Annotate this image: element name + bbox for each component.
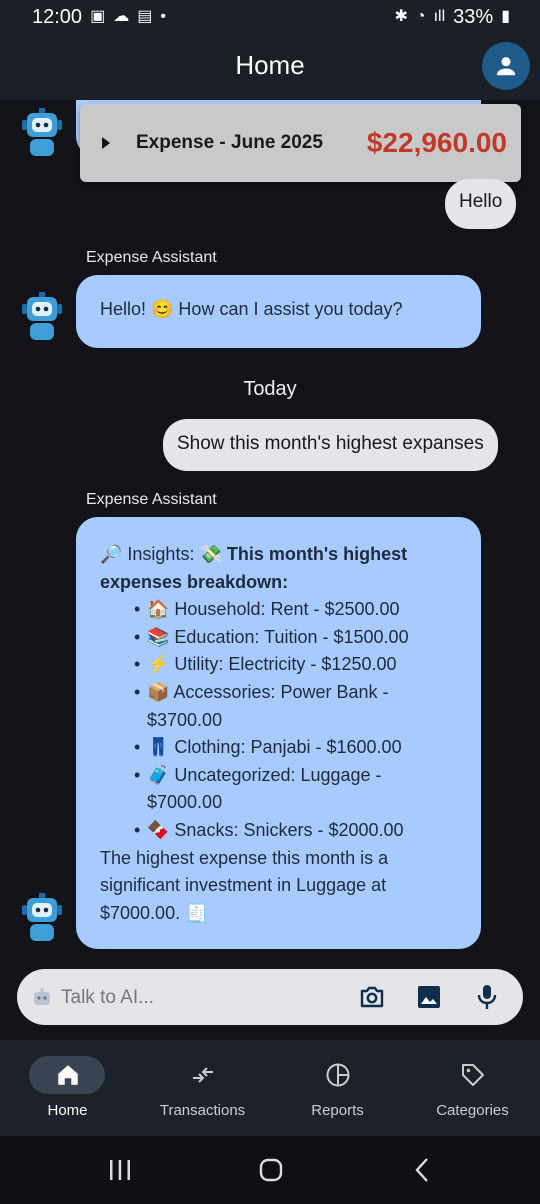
person-icon	[496, 57, 516, 76]
image-icon	[418, 986, 440, 1008]
chat-area[interactable]: Expense - June 2025 $22,960.00 Hello Exp…	[0, 100, 540, 970]
microphone-icon	[477, 985, 497, 1009]
bluetooth-icon: ✱	[394, 8, 408, 25]
status-time: 12:00	[32, 5, 83, 28]
status-bar: 12:00 ▣ ☁ ▤ • ✱ ◔ ıll 33% ▮	[0, 0, 540, 34]
nav-item-home[interactable]: Home	[0, 1040, 135, 1136]
page-title: Home	[235, 50, 305, 80]
wifi-icon: ◔	[415, 8, 426, 25]
nav-label-home: Home	[47, 1102, 88, 1119]
home-icon	[0, 1062, 135, 1090]
cloud-icon: ☁	[113, 8, 130, 25]
bottom-navigation: Home Transactions Reports Categories	[0, 1040, 540, 1136]
list-item: 🧳 Uncategorized: Luggage - $7000.00	[134, 762, 461, 817]
insights-heading-line: 🔎 Insights: 💸 This month's highest expen…	[100, 541, 461, 596]
gallery-icon: ▣	[90, 8, 106, 25]
insights-prefix: 🔎 Insights: 💸	[100, 544, 227, 564]
nav-item-reports[interactable]: Reports	[270, 1040, 405, 1136]
camera-icon	[360, 986, 384, 1008]
camera-button[interactable]	[358, 983, 386, 1011]
assistant-name-label: Expense Assistant	[86, 249, 217, 266]
app-bar: Home	[0, 34, 540, 100]
list-item: 👖 Clothing: Panjabi - $1600.00	[134, 734, 461, 762]
battery-percent: 33%	[453, 5, 494, 28]
gallery-button[interactable]	[415, 983, 443, 1011]
reports-icon	[270, 1062, 405, 1090]
dot-icon: •	[160, 8, 166, 25]
chat-composer	[17, 969, 523, 1025]
signal-icon: ıll	[433, 8, 446, 25]
battery-icon: ▮	[501, 8, 510, 25]
microphone-button[interactable]	[473, 983, 501, 1011]
categories-icon	[405, 1062, 540, 1090]
expense-card-title: Expense - June 2025	[136, 132, 323, 153]
insights-summary: The highest expense this month is a sign…	[100, 847, 389, 923]
chat-input[interactable]	[59, 979, 343, 1017]
nav-item-transactions[interactable]: Transactions	[135, 1040, 270, 1136]
profile-avatar-button[interactable]	[482, 42, 530, 90]
robot-small-icon	[34, 988, 50, 1005]
nav-label-reports: Reports	[311, 1102, 364, 1119]
bot-avatar-icon	[22, 893, 62, 941]
back-icon[interactable]	[412, 1157, 432, 1183]
date-separator: Today	[243, 378, 297, 400]
nav-label-categories: Categories	[436, 1102, 509, 1119]
assistant-message-insights: 🔎 Insights: 💸 This month's highest expen…	[76, 517, 481, 949]
calendar-icon: ▤	[137, 8, 153, 25]
bot-avatar-icon	[22, 108, 62, 156]
expense-card-amount: $22,960.00	[366, 127, 507, 158]
list-item: 📚 Education: Tuition - $1500.00	[134, 624, 461, 652]
user-message-hello: Hello	[445, 179, 517, 229]
list-item: ⚡ Utility: Electricity - $1250.00	[134, 651, 461, 679]
expand-caret-icon[interactable]	[102, 137, 110, 149]
user-message-query: Show this month's highest expanses	[163, 419, 498, 471]
list-item: 🍫 Snacks: Snickers - $2000.00	[134, 817, 461, 845]
assistant-message-greeting: Hello! 😊 How can I assist you today?	[76, 275, 481, 348]
transactions-icon	[135, 1062, 270, 1090]
list-item: 📦 Accessories: Power Bank - $3700.00	[134, 679, 461, 734]
list-item: 🏠 Household: Rent - $2500.00	[134, 596, 461, 624]
expense-summary-card[interactable]: Expense - June 2025 $22,960.00	[80, 104, 521, 182]
nav-item-categories[interactable]: Categories	[405, 1040, 540, 1136]
bot-avatar-icon	[22, 292, 62, 340]
insights-list: 🏠 Household: Rent - $2500.00 📚 Education…	[100, 596, 461, 844]
nav-label-transactions: Transactions	[159, 1102, 246, 1119]
assistant-name-label: Expense Assistant	[86, 491, 217, 508]
home-system-icon[interactable]	[258, 1157, 284, 1183]
system-navigation-bar	[0, 1136, 540, 1204]
recent-apps-icon[interactable]	[108, 1158, 132, 1182]
